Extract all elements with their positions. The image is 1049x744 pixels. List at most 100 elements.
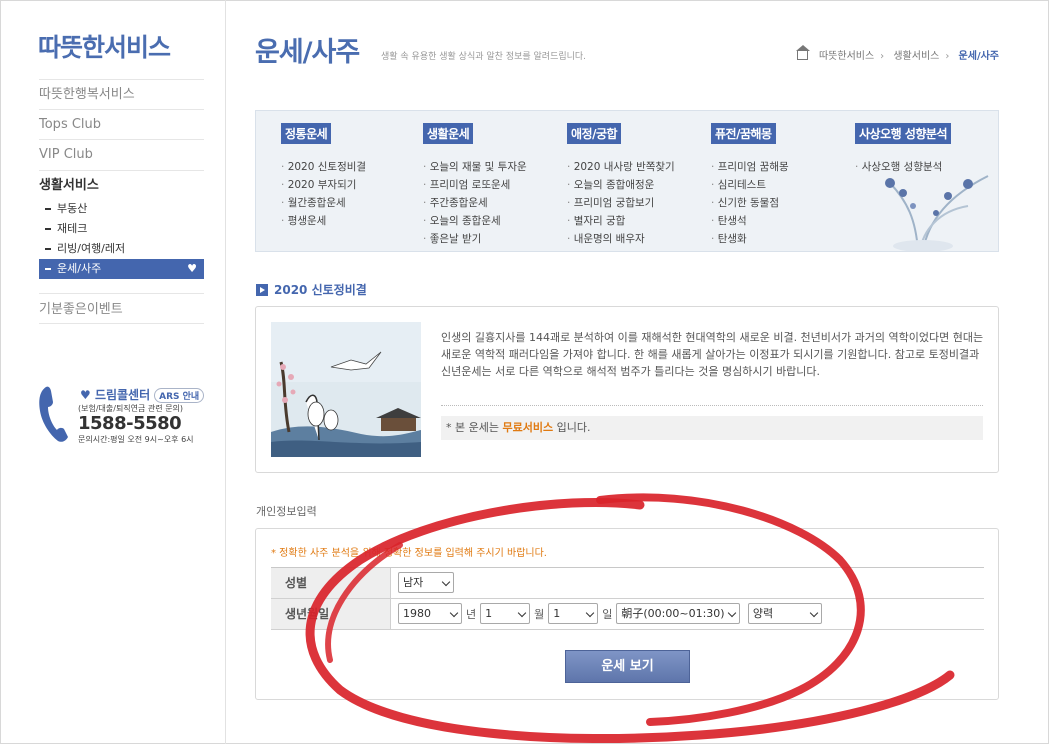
sidebar-item-happy-service[interactable]: 따뜻한행복서비스 — [39, 79, 204, 109]
sidebar-sub-realestate[interactable]: 부동산 — [39, 199, 204, 219]
sidebar-group-life-service: 생활서비스 부동산 재테크 리빙/여행/레저 운세/사주 ♥ — [39, 170, 204, 287]
menu-link[interactable]: 오늘의 종합애정운 — [567, 176, 675, 194]
page-description: 생활 속 유용한 생활 상식과 알찬 정보를 알려드립니다. — [381, 52, 587, 62]
view-fortune-button[interactable]: 운세 보기 — [565, 650, 690, 683]
section-title: 2020 신토정비결 — [256, 281, 367, 298]
menu-column-title[interactable]: 애정/궁합 — [567, 123, 622, 144]
sidebar-item-event[interactable]: 기분좋은이벤트 — [39, 293, 204, 324]
birth-day-value: 1 — [553, 607, 561, 620]
menu-link[interactable]: 내운명의 배우자 — [567, 230, 675, 248]
personal-info-form: * 정확한 사주 분석을 위해 정확한 정보를 입력해 주시기 바랍니다. 성별… — [255, 528, 999, 700]
sidebar-item-tops-club[interactable]: Tops Club — [39, 109, 204, 139]
phone-icon — [39, 386, 68, 442]
gender-select[interactable]: 남자 — [398, 572, 454, 593]
birth-hour-value: 朝子(00:00~01:30) — [621, 607, 725, 620]
menu-link[interactable]: 프리미엄 궁합보기 — [567, 194, 675, 212]
call-center-title: ♥ 드림콜센터 ARS 안내 — [80, 386, 205, 403]
birth-hour-select[interactable]: 朝子(00:00~01:30) — [616, 603, 741, 624]
dash-icon — [45, 228, 51, 230]
heart-icon: ♥ — [80, 388, 95, 402]
orchid-illustration — [885, 175, 989, 251]
day-unit: 일 — [602, 607, 613, 621]
chevron-right-icon: › — [880, 51, 885, 62]
birth-month-select[interactable]: 1 — [480, 603, 531, 624]
menu-link[interactable]: 2020 부자되기 — [281, 176, 366, 194]
note-prefix: * 본 운세는 — [446, 421, 499, 434]
calendar-type-select[interactable]: 양력 — [747, 603, 822, 624]
menu-column-title[interactable]: 퓨전/꿈해몽 — [711, 123, 776, 144]
month-unit: 월 — [534, 607, 545, 621]
sidebar-item-vip-club[interactable]: VIP Club — [39, 139, 204, 170]
sidebar-sub-label: 재테크 — [57, 222, 88, 235]
birth-month-value: 1 — [485, 607, 493, 620]
dash-icon — [45, 208, 51, 210]
cranes-painting-image — [271, 322, 421, 457]
menu-link[interactable]: 오늘의 재물 및 투자운 — [423, 158, 527, 176]
divider — [441, 405, 983, 406]
call-center-number: 1588-5580 — [78, 413, 182, 434]
form-label-birth: 생년월일 — [271, 599, 391, 629]
dash-icon — [45, 268, 51, 270]
call-center: ♥ 드림콜센터 ARS 안내 (보험/대출/퇴직연금 관련 문의) 1588-55… — [38, 383, 218, 453]
section-title-text: 2020 신토정비결 — [274, 283, 367, 297]
menu-link[interactable]: 탄생석 — [711, 212, 789, 230]
play-icon — [256, 284, 268, 296]
year-unit: 년 — [466, 607, 477, 621]
sidebar-group-title[interactable]: 생활서비스 — [39, 177, 204, 199]
form-row-birth: 생년월일 1980 년 1 월 1 일 朝子(00:00~01:30) 양력 — [271, 599, 984, 630]
sidebar-sub-label: 리빙/여행/레저 — [57, 242, 126, 255]
menu-column-title[interactable]: 정통운세 — [281, 123, 332, 144]
brand-logo[interactable]: 따뜻한서비스 — [38, 28, 171, 64]
breadcrumb-current: 운세/사주 — [958, 51, 999, 62]
chevron-down-icon — [441, 577, 451, 587]
chevron-right-icon: › — [945, 51, 950, 62]
fortune-menu: 정통운세 2020 신토정비결 2020 부자되기 월간종합운세 평생운세 생활… — [255, 110, 999, 252]
menu-link[interactable]: 프리미엄 꿈해몽 — [711, 158, 789, 176]
calendar-type-value: 양력 — [752, 607, 774, 620]
sidebar-sub-finance[interactable]: 재테크 — [39, 219, 204, 239]
call-center-hours: 문의시간:평일 오전 9시~오후 6시 — [78, 435, 194, 444]
menu-link[interactable]: 좋은날 받기 — [423, 230, 527, 248]
breadcrumb-item[interactable]: 생활서비스 — [893, 51, 939, 62]
menu-column-fusion: 퓨전/꿈해몽 프리미엄 꿈해몽 심리테스트 신기한 동물점 탄생석 탄생화 — [711, 123, 789, 248]
sidebar-sub-label: 운세/사주 — [57, 262, 102, 275]
menu-link[interactable]: 2020 신토정비결 — [281, 158, 366, 176]
sidebar-sub-fortune[interactable]: 운세/사주 ♥ — [39, 259, 204, 279]
chevron-down-icon — [517, 608, 527, 618]
call-center-name: 드림콜센터 — [94, 388, 151, 402]
chevron-down-icon — [586, 608, 595, 618]
breadcrumb: 따뜻한서비스 › 생활서비스 › 운세/사주 — [795, 45, 999, 62]
menu-link[interactable]: 오늘의 종합운세 — [423, 212, 527, 230]
sidebar-sub-living[interactable]: 리빙/여행/레저 — [39, 239, 204, 259]
menu-column-traditional: 정통운세 2020 신토정비결 2020 부자되기 월간종합운세 평생운세 — [281, 123, 366, 230]
breadcrumb-item[interactable]: 따뜻한서비스 — [819, 51, 874, 62]
chevron-down-icon — [809, 608, 819, 618]
gender-select-value: 남자 — [403, 576, 424, 589]
menu-link[interactable]: 별자리 궁합 — [567, 212, 675, 230]
menu-link[interactable]: 신기한 동물점 — [711, 194, 789, 212]
form-warning: * 정확한 사주 분석을 위해 정확한 정보를 입력해 주시기 바랍니다. — [271, 548, 547, 559]
birth-year-select[interactable]: 1980 — [398, 603, 462, 624]
free-service-note: * 본 운세는 무료서비스 입니다. — [441, 416, 983, 440]
page-title: 운세/사주 — [255, 37, 360, 68]
menu-column-title[interactable]: 생활운세 — [423, 123, 474, 144]
menu-column-daily: 생활운세 오늘의 재물 및 투자운 프리미엄 로또운세 주간종합운세 오늘의 종… — [423, 123, 527, 248]
form-label-gender: 성별 — [271, 568, 391, 598]
intro-description: 인생의 길흉지사를 144괘로 분석하여 이를 재해석한 현대역학의 새로운 비… — [441, 331, 984, 378]
note-highlight: 무료서비스 — [502, 421, 554, 434]
menu-column-title[interactable]: 사상오행 성향분석 — [855, 123, 951, 144]
menu-link[interactable]: 2020 내사랑 반쪽찾기 — [567, 158, 675, 176]
form-table: 성별 남자 생년월일 1980 년 1 월 1 일 朝子(00:00~01:30) 양력 — [271, 567, 984, 630]
birth-day-select[interactable]: 1 — [548, 603, 599, 624]
form-row-gender: 성별 남자 — [271, 568, 984, 599]
menu-link[interactable]: 주간종합운세 — [423, 194, 527, 212]
dash-icon — [45, 248, 51, 250]
menu-link[interactable]: 프리미엄 로또운세 — [423, 176, 527, 194]
menu-link[interactable]: 탄생화 — [711, 230, 789, 248]
home-icon[interactable] — [795, 45, 810, 60]
menu-link[interactable]: 월간종합운세 — [281, 194, 366, 212]
intro-box: 인생의 길흉지사를 144괘로 분석하여 이를 재해석한 현대역학의 새로운 비… — [255, 306, 999, 473]
ars-button[interactable]: ARS 안내 — [154, 388, 205, 403]
menu-link[interactable]: 평생운세 — [281, 212, 366, 230]
menu-link[interactable]: 심리테스트 — [711, 176, 789, 194]
